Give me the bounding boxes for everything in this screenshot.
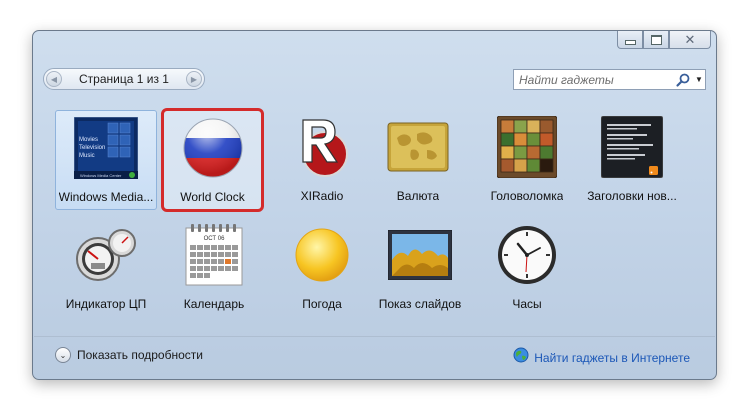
gadget-label: Валюта	[396, 189, 440, 203]
cpu-meter-icon	[70, 222, 142, 288]
footer-divider	[34, 336, 715, 337]
gadget-puzzle[interactable]: Головоломка	[476, 110, 578, 210]
close-button[interactable]: ✕	[669, 31, 711, 49]
xiradio-icon	[286, 114, 358, 180]
caption-buttons: ✕	[617, 31, 711, 49]
minimize-icon	[624, 39, 636, 45]
page-navigator: ◀ Страница 1 из 1 ▶	[43, 68, 205, 90]
gadget-slideshow[interactable]: Показ слайдов	[369, 218, 471, 318]
gadget-label: XIRadio	[300, 189, 344, 203]
maximize-button[interactable]	[643, 31, 669, 49]
gadget-label: Индикатор ЦП	[65, 297, 147, 311]
get-gadgets-online-link[interactable]: Найти гаджеты в Интернете	[513, 347, 690, 368]
gadget-label: World Clock	[180, 190, 245, 204]
search-dropdown-icon[interactable]: ▼	[693, 75, 705, 84]
news-headlines-icon	[596, 114, 668, 180]
minimize-button[interactable]	[617, 31, 643, 49]
gadget-label: Головоломка	[490, 189, 564, 203]
gadget-world-clock[interactable]: World Clock	[161, 108, 264, 212]
gadget-label: Календарь	[183, 297, 245, 311]
gadget-cpu-meter[interactable]: Индикатор ЦП	[55, 218, 157, 318]
media-center-music: Music	[79, 153, 95, 159]
search-box[interactable]: Найти гаджеты ▼	[513, 69, 706, 90]
close-icon: ✕	[684, 32, 696, 47]
gadget-news-headlines[interactable]: Заголовки нов...	[581, 110, 683, 210]
search-icon[interactable]	[675, 72, 691, 88]
globe-icon	[513, 347, 529, 368]
prev-page-button[interactable]: ◀	[46, 71, 62, 87]
media-center-television: Television	[79, 145, 105, 151]
sun-weather-icon	[286, 222, 358, 288]
gadget-windows-media-center[interactable]: Movies Television Music Windows Media Ce…	[55, 110, 157, 210]
show-details-label[interactable]: Показать подробности	[77, 348, 203, 362]
chevron-down-icon[interactable]: ⌄	[55, 347, 71, 363]
calendar-month: ОСТ 06	[204, 236, 225, 242]
clock-icon	[491, 222, 563, 288]
gadget-gallery-window: ✕ ◀ Страница 1 из 1 ▶ Найти гаджеты ▼ Mo…	[32, 30, 717, 380]
maximize-icon	[650, 34, 662, 45]
media-center-icon: Movies Television Music Windows Media Ce…	[70, 115, 142, 181]
next-page-button[interactable]: ▶	[185, 71, 202, 87]
media-center-footer: Windows Media Center	[80, 173, 122, 178]
calendar-icon: ОСТ 06	[178, 222, 250, 288]
gadget-label: Показ слайдов	[378, 297, 462, 311]
media-center-movies: Movies	[79, 137, 98, 143]
gadget-label: Погода	[302, 297, 342, 311]
gadget-currency[interactable]: Валюта	[367, 110, 469, 210]
get-gadgets-online-label[interactable]: Найти гаджеты в Интернете	[534, 351, 690, 365]
show-details-button[interactable]: ⌄ Показать подробности	[55, 347, 203, 363]
gadget-xiradio[interactable]: XIRadio	[271, 110, 373, 210]
gadget-label: Заголовки нов...	[587, 189, 677, 203]
gadget-clock[interactable]: Часы	[476, 218, 578, 318]
gadget-label: Часы	[512, 297, 542, 311]
gadget-calendar[interactable]: ОСТ 06 Календарь	[163, 218, 265, 318]
page-indicator: Страница 1 из 1	[79, 72, 169, 86]
gadget-label: Windows Media...	[58, 190, 154, 204]
puzzle-icon	[491, 114, 563, 180]
russian-flag-icon	[177, 115, 249, 181]
currency-map-icon	[382, 114, 454, 180]
search-input[interactable]: Найти гаджеты	[514, 73, 675, 87]
slideshow-icon	[384, 222, 456, 288]
gadget-weather[interactable]: Погода	[271, 218, 373, 318]
